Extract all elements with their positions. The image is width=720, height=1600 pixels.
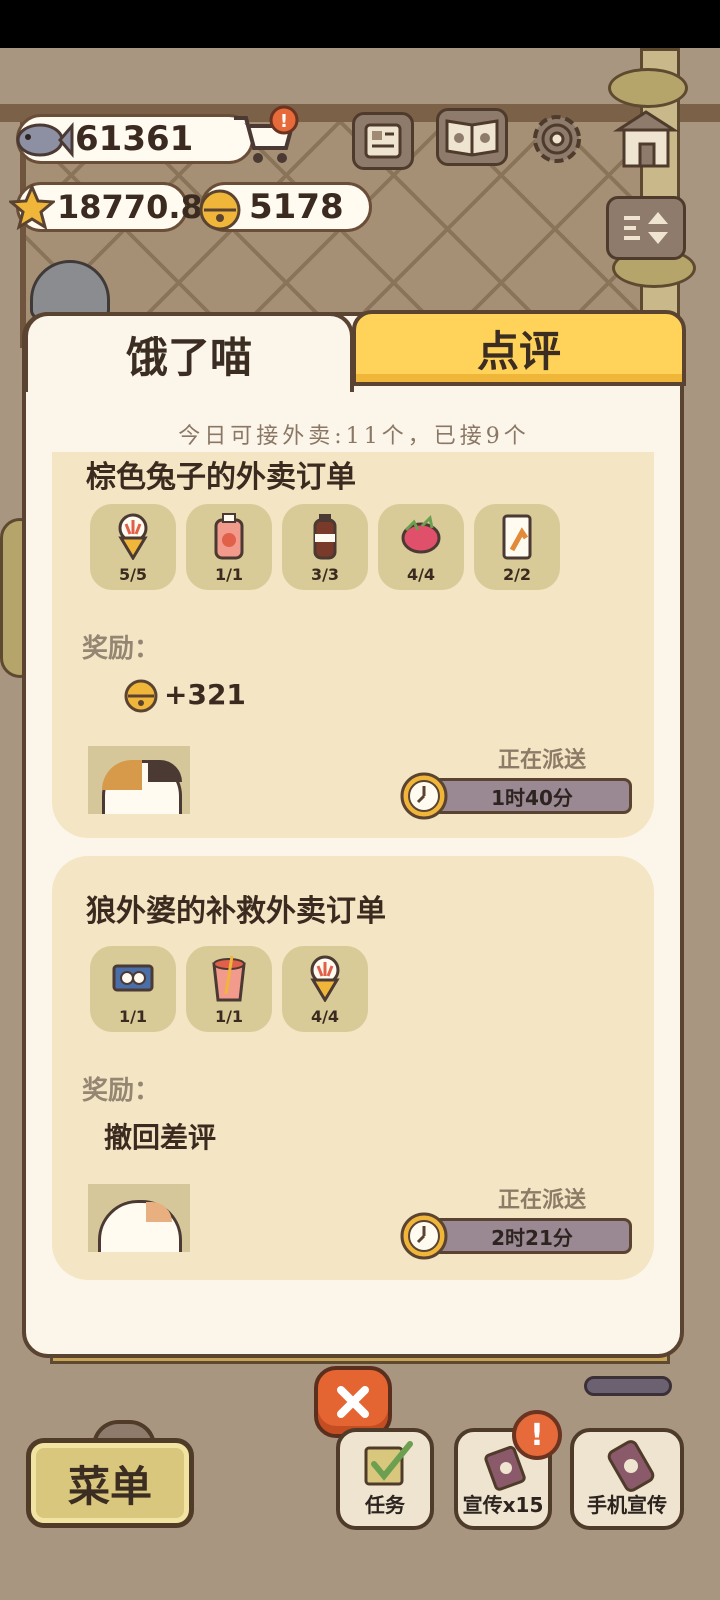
bell-icon — [194, 182, 246, 234]
star-count: 18770.8 — [57, 188, 203, 226]
reward-value: +321 — [164, 678, 246, 711]
item-count: 1/1 — [214, 565, 244, 584]
order-item[interactable]: 1/1 — [186, 946, 272, 1032]
tab-delivery-label: 饿了喵 — [125, 332, 252, 382]
item-count: 4/4 — [406, 565, 436, 584]
order-title: 棕色兔子的外卖订单 — [86, 460, 356, 495]
fruit-cup-icon — [212, 955, 246, 1002]
tasks-button[interactable]: 任务 — [336, 1428, 434, 1530]
star-icon — [8, 182, 56, 232]
dragon-fruit-icon — [401, 514, 441, 554]
palm-leaf — [608, 68, 688, 108]
settings-button[interactable] — [526, 108, 588, 170]
item-count: 3/3 — [310, 565, 340, 584]
order-item[interactable]: 2/2 — [474, 504, 560, 590]
delivery-status: 正在派送 — [497, 1188, 586, 1213]
fries-bag-icon — [502, 514, 532, 560]
shop-icon — [612, 110, 680, 168]
tab-delivery[interactable]: 饿了喵 — [24, 312, 354, 392]
delivery-status: 正在派送 — [497, 748, 586, 773]
reward-value: 撤回差评 — [104, 1121, 217, 1154]
item-count: 1/1 — [214, 1007, 244, 1026]
tab-review[interactable]: 点评 — [352, 310, 686, 386]
tab-review-label: 点评 — [476, 326, 561, 376]
phone-icon — [607, 1440, 655, 1492]
ice-cream-cone-icon — [118, 513, 148, 560]
status-bar — [0, 0, 720, 48]
promo-alert-badge: ! — [512, 1410, 562, 1460]
menu-button[interactable]: 菜单 — [26, 1438, 194, 1528]
order-item[interactable]: 1/1 — [186, 504, 272, 590]
close-icon — [337, 1386, 369, 1418]
orders-scroll-view[interactable]: 棕色兔子的外卖订单 5/5 1/1 3/3 4/4 2/2 奖励： +321 正… — [52, 452, 654, 1332]
item-count: 2/2 — [502, 565, 532, 584]
ice-cream-cone-icon — [310, 955, 340, 1002]
bell-icon — [124, 679, 158, 713]
reward-label: 奖励： — [82, 1076, 161, 1106]
bell-count: 5178 — [249, 187, 344, 227]
tasks-label: 任务 — [365, 1493, 405, 1517]
cola-bottle-icon — [313, 514, 337, 560]
layout-toggle-button[interactable] — [606, 196, 686, 260]
phone-promo-label: 手机宣传 — [587, 1493, 667, 1517]
order-item[interactable]: 5/5 — [90, 504, 176, 590]
delivery-timer: 2时21分 — [432, 1218, 632, 1254]
white-cat-avatar — [88, 1184, 190, 1252]
shop-cart-button[interactable]: ! — [230, 104, 300, 170]
drawer-handle[interactable] — [584, 1376, 672, 1396]
order-title: 狼外婆的补救外卖订单 — [86, 894, 386, 929]
newspaper-icon — [364, 123, 402, 159]
phone-promo-button[interactable]: 手机宣传 — [570, 1428, 684, 1530]
alert-mark: ! — [530, 1417, 544, 1453]
clock-icon — [400, 1212, 448, 1260]
catbook-button[interactable] — [436, 108, 508, 166]
fish-count: 61361 — [75, 119, 194, 159]
newspaper-button[interactable] — [352, 112, 414, 170]
timer-text: 1时40分 — [491, 785, 573, 810]
checklist-icon — [364, 1441, 413, 1486]
promo-label: 宣传x15 — [462, 1493, 544, 1517]
item-count: 4/4 — [310, 1007, 340, 1026]
clock-icon — [400, 772, 448, 820]
item-count: 5/5 — [118, 565, 148, 584]
order-item[interactable]: 3/3 — [282, 504, 368, 590]
menu-label: 菜单 — [67, 1461, 152, 1511]
strawberry-drink-icon — [214, 513, 244, 560]
sushi-tray-icon — [112, 964, 154, 992]
order-item[interactable]: 4/4 — [378, 504, 464, 590]
sort-arrows-icon — [624, 212, 668, 244]
order-card: 狼外婆的补救外卖订单 1/1 1/1 4/4 奖励： 撤回差评 正在派送 2时2… — [52, 856, 654, 1280]
daily-quota-text: 今日可接外卖:11个，已接9个 — [178, 424, 530, 449]
item-count: 1/1 — [118, 1007, 148, 1026]
gear-icon — [533, 115, 581, 163]
reward-label: 奖励： — [82, 634, 161, 664]
fish-icon — [12, 112, 74, 166]
order-item[interactable]: 4/4 — [282, 946, 368, 1032]
order-item[interactable]: 1/1 — [90, 946, 176, 1032]
order-card: 棕色兔子的外卖订单 5/5 1/1 3/3 4/4 2/2 奖励： +321 正… — [52, 452, 654, 838]
delivery-timer: 1时40分 — [432, 778, 632, 814]
paw-book-icon — [445, 119, 499, 157]
timer-text: 2时21分 — [491, 1225, 573, 1250]
shop-button[interactable] — [612, 106, 680, 172]
svg-text:!: ! — [280, 111, 288, 132]
calico-cat-avatar — [88, 746, 190, 814]
